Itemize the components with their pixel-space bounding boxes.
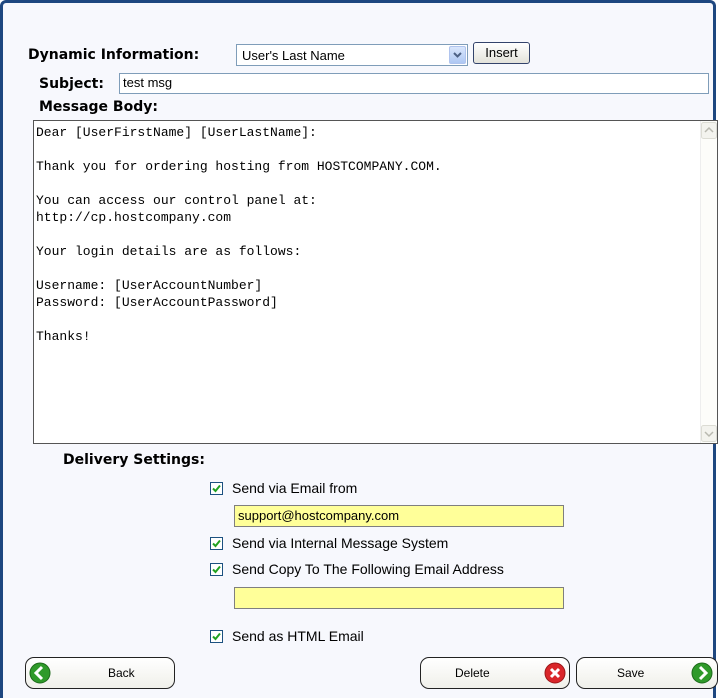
chevron-down-icon[interactable] (449, 46, 466, 64)
insert-button[interactable]: Insert (473, 42, 530, 64)
dynamic-info-value: User's Last Name (242, 48, 345, 63)
back-label: Back (108, 666, 135, 680)
scroll-up-icon[interactable] (701, 122, 717, 139)
dynamic-info-label: Dynamic Information: (28, 47, 200, 63)
message-body-textarea[interactable]: Dear [UserFirstName] [UserLastName]: Tha… (33, 120, 718, 444)
send-copy-checkbox[interactable] (210, 563, 223, 576)
internal-message-checkbox[interactable] (210, 537, 223, 550)
send-email-checkbox[interactable] (210, 482, 223, 495)
message-body-scrollbar[interactable] (700, 121, 717, 443)
delete-button[interactable]: Delete (420, 657, 570, 689)
subject-input[interactable]: test msg (119, 73, 709, 94)
delete-label: Delete (455, 666, 490, 680)
message-body-label: Message Body: (39, 99, 158, 115)
scroll-down-icon[interactable] (701, 425, 717, 442)
send-email-label: Send via Email from (232, 480, 358, 496)
html-email-label: Send as HTML Email (232, 628, 364, 644)
back-arrow-icon (29, 662, 51, 687)
dynamic-info-select[interactable]: User's Last Name (236, 44, 468, 66)
delete-x-icon (544, 662, 566, 687)
email-from-field[interactable]: support@hostcompany.com (234, 505, 564, 527)
send-copy-label: Send Copy To The Following Email Address (232, 561, 504, 577)
delivery-settings-heading: Delivery Settings: (63, 452, 205, 468)
internal-message-label: Send via Internal Message System (232, 535, 449, 551)
message-body-text: Dear [UserFirstName] [UserLastName]: Tha… (36, 125, 442, 344)
back-button[interactable]: Back (25, 657, 175, 689)
save-arrow-icon (691, 662, 713, 687)
save-label: Save (617, 666, 645, 680)
subject-label: Subject: (39, 76, 104, 92)
copy-email-field[interactable] (234, 587, 564, 609)
html-email-checkbox[interactable] (210, 630, 223, 643)
save-button[interactable]: Save (576, 657, 718, 689)
form-panel: Dynamic Information: User's Last Name In… (0, 0, 718, 698)
